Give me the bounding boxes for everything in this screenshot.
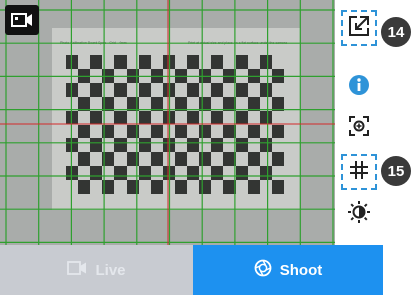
expand-button[interactable] [341, 10, 377, 46]
grid-icon [348, 159, 370, 186]
shutter-icon [254, 259, 272, 281]
contrast-icon [347, 200, 371, 229]
info-button[interactable] [341, 69, 377, 105]
callout-badge-15: 15 [381, 156, 411, 186]
callout-badge-14: 14 [381, 17, 411, 47]
live-button[interactable]: Live [0, 245, 193, 295]
focus-target-icon [348, 115, 370, 142]
side-toolbar [335, 0, 383, 245]
shoot-button[interactable]: Shoot [193, 245, 383, 295]
video-camera-icon[interactable] [5, 5, 39, 35]
capture-bar: Live Shoot [0, 245, 383, 295]
camera-preview: Photo Calibration Board Spec - Grid - 4m… [0, 0, 335, 245]
grid-toggle-button[interactable] [341, 154, 377, 190]
focus-button[interactable] [341, 110, 377, 146]
shoot-label: Shoot [279, 261, 323, 279]
info-icon [348, 74, 370, 101]
live-label: Live [95, 261, 126, 279]
grid-overlay [0, 0, 335, 245]
video-camera-icon [67, 261, 87, 279]
contrast-button[interactable] [341, 196, 377, 232]
expand-icon [347, 14, 371, 43]
